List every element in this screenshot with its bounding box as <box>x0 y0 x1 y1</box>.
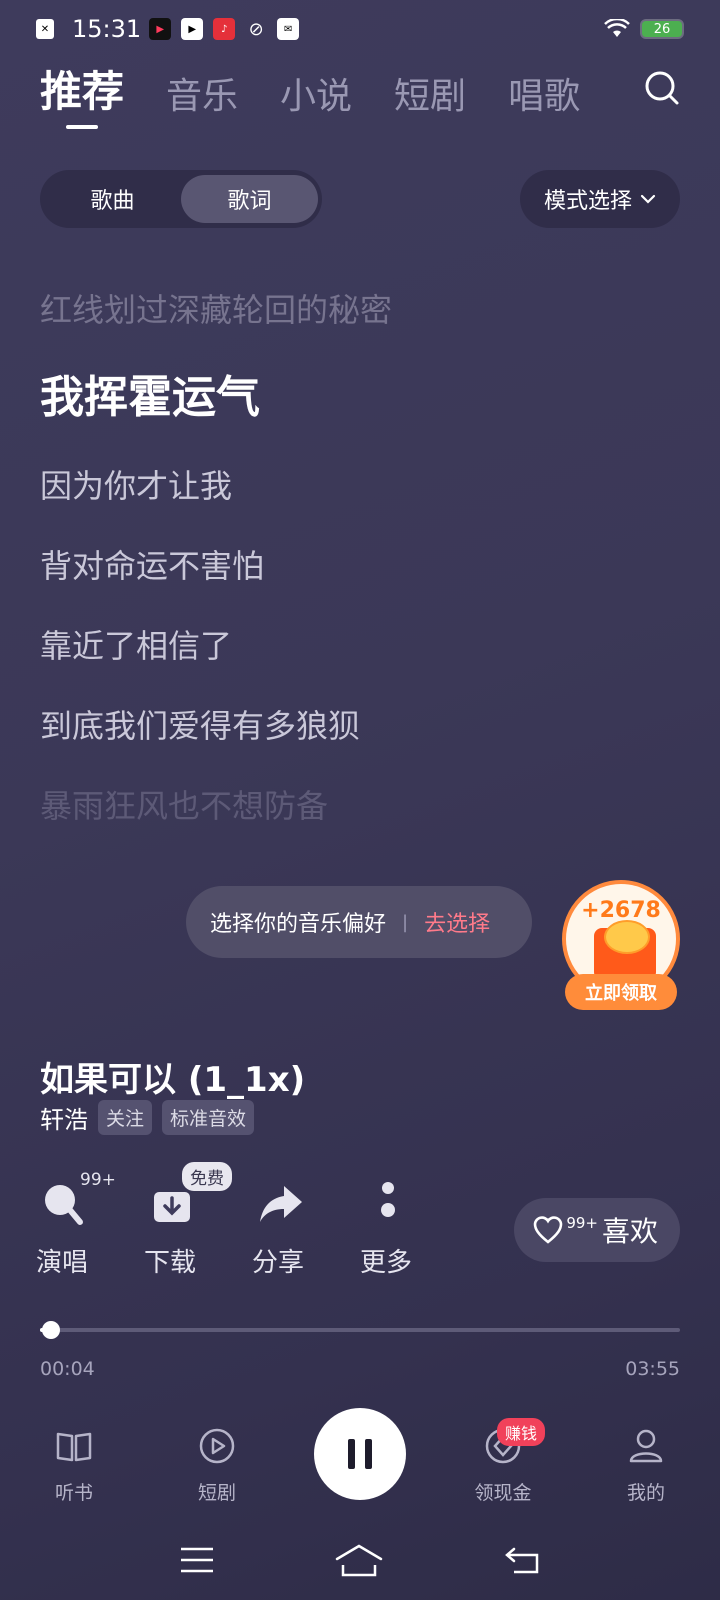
music-preference-banner[interactable]: 选择你的音乐偏好 | 去选择 <box>186 886 532 958</box>
free-badge: 免费 <box>182 1162 232 1191</box>
back-icon[interactable] <box>504 1545 540 1575</box>
audio-effect-chip[interactable]: 标准音效 <box>162 1100 255 1135</box>
tab-music[interactable]: 音乐 <box>166 67 238 119</box>
follow-button[interactable]: 关注 <box>98 1100 153 1135</box>
play-circle-icon: ▶ <box>181 18 204 40</box>
play-circle-icon <box>199 1428 235 1464</box>
lyric-line[interactable]: 暴雨狂风也不想防备 <box>40 766 660 846</box>
pause-button[interactable] <box>314 1408 406 1500</box>
lyric-line[interactable]: 到底我们爱得有多狼狈 <box>40 686 660 766</box>
lyric-line[interactable]: 背对命运不害怕 <box>40 526 660 606</box>
chevron-down-icon <box>640 194 656 204</box>
playback-progress-bar[interactable] <box>40 1321 680 1339</box>
preference-separator: | <box>402 911 409 933</box>
video-icon: ▶ <box>149 18 172 40</box>
pause-icon <box>348 1439 372 1469</box>
progress-handle[interactable] <box>41 1321 60 1339</box>
reward-widget[interactable]: +2678 立即领取 <box>562 880 680 1010</box>
claim-now-button[interactable]: 立即领取 <box>565 974 677 1010</box>
app-icon: ♪ <box>213 18 236 40</box>
go-select-link[interactable]: 去选择 <box>424 906 490 938</box>
book-icon <box>56 1432 92 1462</box>
sing-count: 99+ <box>80 1170 116 1190</box>
nav-label: 我的 <box>626 1482 665 1504</box>
more-dots-icon <box>381 1182 395 1217</box>
preference-text: 选择你的音乐偏好 <box>210 912 387 937</box>
download-button[interactable]: 免费 下载 <box>144 1162 252 1279</box>
nav-get-cash[interactable]: 赚钱 领现金 <box>457 1418 549 1528</box>
system-nav-bar <box>0 1538 720 1582</box>
action-bar: 99+ 演唱 免费 下载 分享 更多 <box>36 1162 468 1279</box>
search-icon[interactable] <box>644 70 680 106</box>
total-time: 03:55 <box>625 1358 680 1380</box>
like-label: 喜欢 <box>601 1215 658 1248</box>
song-title: 如果可以 (1_1x) <box>40 1060 306 1100</box>
heart-icon <box>534 1216 563 1244</box>
nav-short-drama[interactable]: 短剧 <box>171 1418 263 1528</box>
share-label: 分享 <box>252 1248 305 1278</box>
tab-novel[interactable]: 小说 <box>280 67 352 119</box>
nav-audiobook[interactable]: 听书 <box>28 1418 120 1528</box>
song-lyrics-toggle: 歌曲 歌词 <box>40 170 322 228</box>
lyric-line[interactable]: 靠近了相信了 <box>40 606 660 686</box>
lyrics-panel: 红线划过深藏轮回的秘密 我挥霍运气 因为你才让我 背对命运不害怕 靠近了相信了 … <box>40 270 660 846</box>
nav-label: 领现金 <box>474 1482 532 1504</box>
lyric-line[interactable]: 红线划过深藏轮回的秘密 <box>40 270 660 350</box>
tab-short-drama[interactable]: 短剧 <box>394 67 466 119</box>
more-button[interactable]: 更多 <box>360 1180 468 1279</box>
artist-name[interactable]: 轩浩 <box>40 1100 88 1135</box>
song-meta: 轩浩 关注 标准音效 <box>40 1100 255 1135</box>
nav-label: 听书 <box>54 1482 93 1504</box>
download-label: 下载 <box>144 1248 197 1278</box>
sing-button[interactable]: 99+ 演唱 <box>36 1170 144 1279</box>
top-tabs: 推荐 音乐 小说 短剧 唱歌 <box>40 58 622 129</box>
wifi-icon <box>604 19 630 37</box>
status-time: 15:31 <box>72 15 142 43</box>
more-label: 更多 <box>360 1248 413 1278</box>
earn-badge: 赚钱 <box>497 1418 546 1446</box>
lyric-line[interactable]: 因为你才让我 <box>40 446 660 526</box>
reward-amount: +2678 <box>581 898 661 923</box>
sim-icon: ✕ <box>36 19 54 39</box>
current-time: 00:04 <box>40 1358 95 1380</box>
menu-icon[interactable] <box>180 1546 214 1574</box>
message-icon: ✉ <box>277 18 300 40</box>
lyric-line-current[interactable]: 我挥霍运气 <box>40 350 660 446</box>
segment-lyrics[interactable]: 歌词 <box>181 175 318 223</box>
nav-profile[interactable]: 我的 <box>600 1418 692 1528</box>
tab-sing[interactable]: 唱歌 <box>508 67 580 119</box>
like-count: 99+ <box>566 1214 598 1232</box>
segment-song[interactable]: 歌曲 <box>44 175 181 223</box>
status-bar: ✕ 15:31 ▶ ▶ ♪ ⊘ ✉ 26 <box>36 12 684 46</box>
share-icon <box>260 1186 302 1222</box>
battery-indicator: 26 <box>640 19 684 39</box>
link-icon: ⊘ <box>248 18 264 40</box>
sing-label: 演唱 <box>36 1248 89 1278</box>
share-button[interactable]: 分享 <box>252 1180 360 1279</box>
mode-select-button[interactable]: 模式选择 <box>519 170 680 228</box>
tab-recommend[interactable]: 推荐 <box>40 58 124 129</box>
nav-label: 短剧 <box>197 1482 236 1504</box>
home-icon[interactable] <box>335 1543 383 1577</box>
mode-select-label: 模式选择 <box>543 189 632 214</box>
like-button[interactable]: 99+ 喜欢 <box>514 1198 680 1262</box>
coin-icon <box>604 920 650 954</box>
user-icon <box>629 1429 663 1463</box>
